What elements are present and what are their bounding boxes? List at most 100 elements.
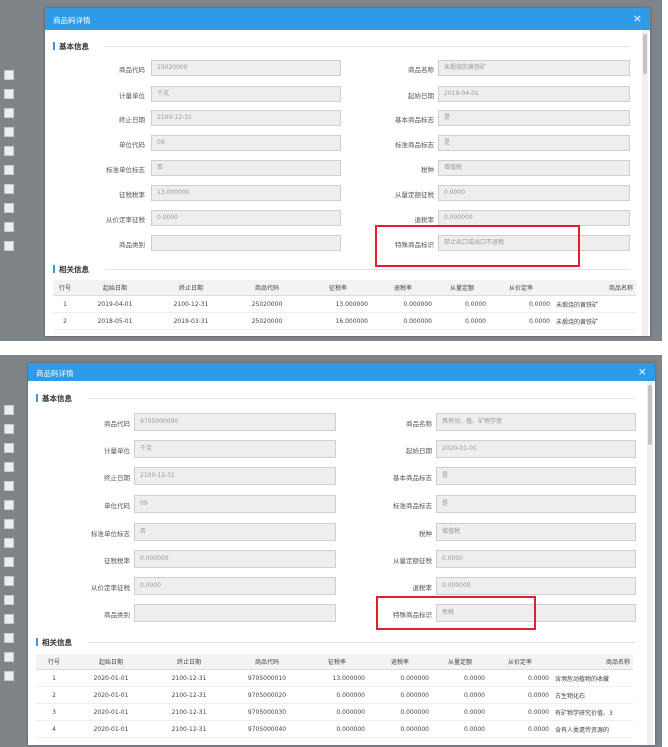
close-icon[interactable]: × [638,366,647,377]
field-specific-duty: 0.0000 [438,185,630,201]
col-levy-rate: 征税率 [305,280,371,296]
scrollbar-thumb[interactable] [643,34,647,74]
cell: 4 [36,720,72,738]
col-specific-duty: 从量定额 [435,280,489,296]
cell: 2100-12-31 [150,703,228,721]
label-ad-valorem: 从价定率征税 [106,216,145,224]
cell: 1 [53,295,77,313]
cell: 0.000000 [368,686,432,704]
cell: 含有人类遗传资源的 [552,720,633,738]
label-category: 商品类别 [119,241,145,249]
table-row[interactable]: 4 2020-01-01 2100-12-31 9705000040 0.000… [36,720,633,738]
field-standard-unit-flag: 否 [134,523,336,541]
field-product-name: 未煅烧的黄铁矿 [438,60,630,76]
table-header-row: 行号 起始日期 终止日期 商品代码 征税率 退税率 从量定额 从价定率 商品名称 [36,654,633,670]
label-start-date: 起始日期 [406,447,432,455]
vertical-scrollbar[interactable] [642,30,648,336]
field-product-code: 9705000090 [134,413,336,431]
cell: 2020-01-01 [72,669,150,687]
cell: 2100-12-31 [150,686,228,704]
label-product-code: 商品代码 [119,66,145,74]
field-start-date: 2019-04-01 [438,86,630,102]
cell: 9705000040 [228,720,306,738]
cell: 3 [36,703,72,721]
cell: 2100-12-31 [150,720,228,738]
col-levy-rate: 征税率 [306,654,368,670]
col-start-date: 起始日期 [72,654,150,670]
field-end-date: 2100-12-31 [134,467,336,485]
cell: 2100-12-31 [153,295,229,313]
section-related-info: 相关信息 [36,637,72,648]
col-end-date: 终止日期 [150,654,228,670]
field-unit-code: 09 [151,135,341,151]
cell: 13.000000 [305,295,371,313]
cell: 未煅烧的黄铁矿 [553,312,636,330]
cell: 2019-04-01 [77,295,153,313]
field-levy-rate: 0.000000 [134,550,336,568]
product-code-dialog: 商品码详情 × 基本信息 商品代码 25020000 计量单位 千克 终止日期 … [45,8,650,336]
section-related-info: 相关信息 [53,264,89,275]
cell: 0.0000 [432,720,488,738]
cell: 0.000000 [368,669,432,687]
section-basic-info: 基本信息 [53,41,89,52]
field-product-name: 具有动、植、矿物学意 [436,413,636,431]
label-standard-flag: 标准商品标志 [395,141,434,149]
label-specific-duty: 从量定额征税 [393,557,432,565]
label-basic-flag: 基本商品标志 [393,474,432,482]
col-rebate-rate: 退税率 [368,654,432,670]
table-row[interactable]: 2 2018-05-01 2019-03-31 25020000 16.0000… [53,312,636,330]
cell: 2018-05-01 [77,312,153,330]
cell: 0.000000 [368,703,432,721]
cell: 0.0000 [488,720,552,738]
cell: 2020-01-01 [72,703,150,721]
screenshot-1: 商品码详情 × 基本信息 商品代码 25020000 计量单位 千克 终止日期 … [0,0,668,341]
divider [105,269,630,270]
label-levy-rate: 征税税率 [119,191,145,199]
cell: 0.0000 [489,295,553,313]
field-specific-duty: 0.0000 [436,550,636,568]
label-unit-code: 单位代码 [119,141,145,149]
field-standard-unit-flag: 否 [151,160,341,176]
col-product-name: 商品名称 [553,280,636,296]
cell: 0.0000 [432,669,488,687]
field-rebate-rate: 0.000000 [438,210,630,226]
label-tax-type: 税种 [421,166,434,174]
field-ad-valorem: 0.0000 [134,577,336,595]
cell: 0.0000 [488,669,552,687]
field-category [134,604,336,622]
label-basic-flag: 基本商品标志 [395,116,434,124]
col-rebate-rate: 退税率 [371,280,435,296]
cell: 25020000 [229,295,305,313]
field-rebate-rate: 0.000000 [436,577,636,595]
field-ad-valorem: 0.0000 [151,210,341,226]
cell: 0.000000 [306,720,368,738]
label-levy-rate: 征税税率 [104,557,130,565]
close-icon[interactable]: × [633,13,642,24]
highlight-box [375,225,580,267]
cell: 0.0000 [432,703,488,721]
cell: 2020-01-01 [72,720,150,738]
col-row-no: 行号 [36,654,72,670]
table-row[interactable]: 2 2020-01-01 2100-12-31 9705000020 0.000… [36,686,633,704]
label-rebate-rate: 退税率 [414,216,435,224]
col-product-code: 商品代码 [229,280,305,296]
cell: 0.0000 [435,312,489,330]
cell: 0.0000 [488,703,552,721]
field-standard-flag: 是 [438,135,630,151]
cell: 0.000000 [306,703,368,721]
table-row[interactable]: 1 2020-01-01 2100-12-31 9705000010 13.00… [36,669,633,687]
scrollbar-thumb[interactable] [648,385,652,445]
cell: 25020000 [229,312,305,330]
cell: 0.000000 [306,686,368,704]
cell: 2 [36,686,72,704]
vertical-scrollbar[interactable] [647,381,653,745]
table-header-row: 行号 起始日期 终止日期 商品代码 征税率 退税率 从量定额 从价定率 商品名称 [53,280,636,296]
cell: 0.0000 [488,686,552,704]
dialog-title: 商品码详情 [53,16,91,25]
cell: 0.0000 [489,312,553,330]
label-end-date: 终止日期 [104,474,130,482]
table-row[interactable]: 3 2020-01-01 2100-12-31 9705000030 0.000… [36,703,633,721]
highlight-box [376,596,536,630]
table-row[interactable]: 1 2019-04-01 2100-12-31 25020000 13.0000… [53,295,636,313]
label-standard-unit-flag: 标准单位标志 [106,166,145,174]
